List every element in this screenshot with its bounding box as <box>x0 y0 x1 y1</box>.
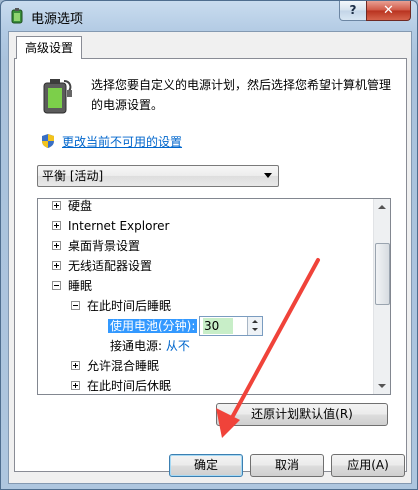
change-unavailable-settings-link[interactable]: 更改当前不可用的设置 <box>62 133 182 150</box>
battery-icon <box>11 8 23 24</box>
apply-button[interactable]: 应用(A) <box>331 454 405 477</box>
stepper-down-icon[interactable] <box>248 326 262 335</box>
restore-defaults-button[interactable]: 还原计划默认值(R) <box>216 403 388 426</box>
dialog-client-area: 高级设置 选择您要自定义的电源计划，然后选择您希望计算机管理的电源设置。 更改当… <box>8 31 412 484</box>
tree-item-sleep-after[interactable]: 在此时间后睡眠 <box>71 296 171 316</box>
tree-item-hard-disk[interactable]: 硬盘 <box>52 199 92 216</box>
title-bar[interactable]: 电源选项 ? ✕ <box>1 1 417 31</box>
tree-item-sleep[interactable]: 睡眠 <box>52 276 92 296</box>
expand-icon[interactable] <box>71 361 80 370</box>
ok-button[interactable]: 确定 <box>169 454 243 477</box>
stepper-buttons <box>247 317 262 335</box>
tree-item-desktop-background[interactable]: 桌面背景设置 <box>52 236 140 256</box>
tree-item-plugged-in[interactable]: 接通电源: 从不 <box>110 336 190 356</box>
expand-icon[interactable] <box>52 201 61 210</box>
power-plan-select-value: 平衡 [活动] <box>42 169 104 183</box>
on-battery-label: 使用电池(分钟): <box>108 319 198 333</box>
scrollbar-thumb[interactable] <box>375 243 390 305</box>
help-button[interactable]: ? <box>339 1 367 21</box>
tab-advanced-settings[interactable]: 高级设置 <box>16 36 83 59</box>
uac-shield-icon <box>42 134 54 148</box>
tree-item-on-battery[interactable]: 使用电池(分钟): 30 <box>108 316 348 336</box>
close-button[interactable]: ✕ <box>366 1 411 21</box>
tree-item-wireless-adapter[interactable]: 无线适配器设置 <box>52 256 152 276</box>
collapse-icon[interactable] <box>52 281 61 290</box>
power-options-dialog: 电源选项 ? ✕ 高级设置 选择您要自定义的电源计划，然后选择您希望计算机管理的… <box>0 0 418 490</box>
power-plan-icon <box>43 79 72 114</box>
expand-icon[interactable] <box>71 381 80 390</box>
plan-description: 选择您要自定义的电源计划，然后选择您希望计算机管理的电源设置。 <box>91 78 392 112</box>
on-battery-minutes-stepper[interactable]: 30 <box>199 316 263 336</box>
cancel-button[interactable]: 取消 <box>250 454 324 477</box>
expand-icon[interactable] <box>52 221 61 230</box>
advanced-settings-panel: 选择您要自定义的电源计划，然后选择您希望计算机管理的电源设置。 更改当前不可用的… <box>14 58 407 472</box>
window-title: 电源选项 <box>31 12 84 27</box>
collapse-icon[interactable] <box>71 301 80 310</box>
chevron-down-icon <box>264 173 272 178</box>
tree-item-internet-explorer[interactable]: Internet Explorer <box>52 216 169 236</box>
tree-item-hybrid-sleep[interactable]: 允许混合睡眠 <box>71 356 159 376</box>
expand-icon[interactable] <box>52 261 61 270</box>
tree-item-hibernate-after[interactable]: 在此时间后休眠 <box>71 376 171 394</box>
plugged-in-value-link[interactable]: 从不 <box>166 339 190 353</box>
scroll-up-icon[interactable] <box>374 199 390 215</box>
on-battery-minutes-value[interactable]: 30 <box>203 318 234 334</box>
expand-icon[interactable] <box>52 241 61 250</box>
tree-scrollbar[interactable] <box>373 199 390 394</box>
power-settings-tree[interactable]: 硬盘 Internet Explorer 桌面背景设置 无线适配器设置 睡眠 在… <box>37 198 391 395</box>
power-plan-select[interactable]: 平衡 [活动] <box>37 165 279 187</box>
plugged-in-label: 接通电源: <box>110 339 163 353</box>
scroll-down-icon[interactable] <box>374 378 390 394</box>
